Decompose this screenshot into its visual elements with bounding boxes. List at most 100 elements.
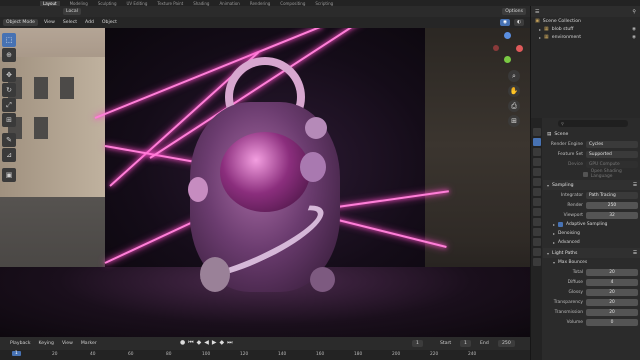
physics-tab-icon[interactable]: [532, 228, 541, 236]
total-bounces-field[interactable]: 20: [586, 268, 638, 276]
camera-icon[interactable]: ⎙: [508, 100, 520, 112]
workspace-tab-rendering[interactable]: Rendering: [250, 1, 270, 6]
workspace-tab-layout[interactable]: Layout: [40, 0, 60, 6]
view-menu[interactable]: View: [62, 341, 73, 346]
next-key-icon[interactable]: ◆: [220, 339, 225, 347]
world-tab-icon[interactable]: [532, 178, 541, 186]
modifier-tab-icon[interactable]: [532, 208, 541, 216]
open-shading-checkbox[interactable]: [583, 171, 588, 177]
device-dropdown[interactable]: GPU Compute: [586, 160, 638, 168]
glossy-bounces-field[interactable]: 20: [586, 288, 638, 296]
end-frame-field[interactable]: 250: [498, 340, 515, 347]
workspace-tab-modeling[interactable]: Modeling: [70, 1, 88, 6]
outliner-row-environment[interactable]: ▸ ▦ environment ◉: [531, 33, 640, 41]
render-tab-icon[interactable]: [532, 138, 541, 146]
viewport-shading-rendered-icon[interactable]: ◉: [499, 19, 510, 26]
playhead[interactable]: 1: [12, 351, 21, 356]
workspace-tab-scripting[interactable]: Scripting: [315, 1, 333, 6]
workspace-tab-uv-editing[interactable]: UV Editing: [127, 1, 148, 6]
menu-select[interactable]: Select: [61, 20, 79, 25]
transform-icon[interactable]: ⊞: [2, 113, 16, 127]
options-dropdown[interactable]: Options: [502, 8, 526, 15]
transmission-bounces-field[interactable]: 20: [586, 308, 638, 316]
workspace-tab-animation[interactable]: Animation: [219, 1, 239, 6]
play-icon[interactable]: ▶: [212, 339, 217, 347]
view-layer-tab-icon[interactable]: [532, 158, 541, 166]
visibility-eye-icon[interactable]: ◉: [632, 35, 636, 40]
advanced-subpanel[interactable]: ▸ Advanced: [543, 238, 640, 247]
material-tab-icon[interactable]: [532, 258, 541, 266]
constraints-tab-icon[interactable]: [532, 238, 541, 246]
axis-y-icon[interactable]: [504, 56, 511, 63]
add-cube-icon[interactable]: ▣: [2, 168, 16, 182]
render-engine-dropdown[interactable]: Cycles: [586, 140, 638, 148]
expand-arrow-icon[interactable]: ▸: [539, 35, 541, 40]
tool-tab-icon[interactable]: [532, 128, 541, 136]
scene-tab-icon[interactable]: [532, 168, 541, 176]
presets-icon[interactable]: ☰: [633, 251, 637, 256]
output-tab-icon[interactable]: [532, 148, 541, 156]
visibility-eye-icon[interactable]: ◉: [632, 27, 636, 32]
timeline-ruler[interactable]: 1 20 40 60 80 100 120 140 160 180 200 22…: [0, 350, 530, 360]
axis-neg-x-icon[interactable]: [493, 45, 499, 51]
marker-menu[interactable]: Marker: [81, 341, 97, 346]
max-bounces-subpanel[interactable]: ▾ Max Bounces: [543, 258, 640, 267]
render-samples-field[interactable]: 250: [586, 201, 638, 209]
prev-key-icon[interactable]: ◆: [197, 339, 202, 347]
axis-gizmo[interactable]: [488, 30, 528, 66]
move-icon[interactable]: ✥: [2, 68, 16, 82]
workspace-tab-sculpting[interactable]: Sculpting: [98, 1, 117, 6]
select-box-icon[interactable]: ⬚: [2, 33, 16, 47]
light-paths-section-header[interactable]: ▾ Light Paths ☰: [543, 248, 640, 258]
jump-start-icon[interactable]: ⏮: [188, 339, 193, 347]
transparency-bounces-field[interactable]: 20: [586, 298, 638, 306]
workspace-tab-compositing[interactable]: Compositing: [280, 1, 305, 6]
adaptive-sampling-checkbox[interactable]: [558, 222, 564, 227]
grid-icon[interactable]: ⊞: [508, 115, 520, 127]
object-tab-icon[interactable]: [532, 198, 541, 206]
orientation-dropdown[interactable]: Local: [63, 8, 81, 15]
current-frame-field[interactable]: 1: [412, 340, 423, 347]
menu-add[interactable]: Add: [83, 20, 96, 25]
collection-tab-icon[interactable]: [532, 188, 541, 196]
adaptive-sampling-subpanel[interactable]: ▸ Adaptive Sampling: [543, 220, 640, 229]
sampling-section-header[interactable]: ▾ Sampling ☰: [543, 180, 640, 190]
outliner-row-scene-collection[interactable]: ▣ Scene Collection: [531, 17, 640, 25]
overlays-icon[interactable]: ◐: [513, 19, 524, 26]
viewport-samples-field[interactable]: 32: [586, 211, 638, 219]
jump-end-icon[interactable]: ⏭: [227, 339, 232, 347]
outliner-row-blob-stuff[interactable]: ▸ ▦ blob stuff ◉: [531, 25, 640, 33]
axis-x-icon[interactable]: [516, 45, 523, 52]
play-reverse-icon[interactable]: ◀: [204, 339, 209, 347]
presets-icon[interactable]: ☰: [633, 183, 637, 188]
search-input[interactable]: ⚲: [558, 120, 628, 127]
measure-icon[interactable]: ⊿: [2, 148, 16, 162]
workspace-tab-texture-paint[interactable]: Texture Paint: [157, 1, 183, 6]
scale-icon[interactable]: ⤢: [2, 98, 16, 112]
expand-arrow-icon[interactable]: ▸: [539, 27, 541, 32]
object-mode-dropdown[interactable]: Object Mode: [3, 19, 38, 26]
keying-menu[interactable]: Keying: [39, 341, 54, 346]
integrator-dropdown[interactable]: Path Tracing: [586, 191, 638, 199]
axis-z-icon[interactable]: [504, 32, 511, 39]
denoising-subpanel[interactable]: ▸ Denoising: [543, 229, 640, 238]
start-frame-field[interactable]: 1: [460, 340, 471, 347]
annotate-icon[interactable]: ✎: [2, 133, 16, 147]
pan-hand-icon[interactable]: ✋: [508, 85, 520, 97]
3d-viewport[interactable]: [0, 17, 530, 337]
data-tab-icon[interactable]: [532, 248, 541, 256]
playback-menu[interactable]: Playback: [10, 341, 31, 346]
menu-object[interactable]: Object: [100, 20, 119, 25]
outliner-editor-icon[interactable]: ☰: [535, 9, 539, 15]
cursor-icon[interactable]: ⊕: [2, 48, 16, 62]
outliner-filter-icon[interactable]: ⚲: [632, 9, 636, 15]
zoom-icon[interactable]: ⌕: [508, 70, 520, 82]
diffuse-bounces-field[interactable]: 4: [586, 278, 638, 286]
workspace-tab-shading[interactable]: Shading: [193, 1, 209, 6]
rotate-icon[interactable]: ↻: [2, 83, 16, 97]
menu-view[interactable]: View: [42, 20, 57, 25]
record-icon[interactable]: ●: [180, 339, 185, 347]
feature-set-dropdown[interactable]: Supported: [586, 150, 638, 158]
particles-tab-icon[interactable]: [532, 218, 541, 226]
volume-bounces-field[interactable]: 0: [586, 318, 638, 326]
